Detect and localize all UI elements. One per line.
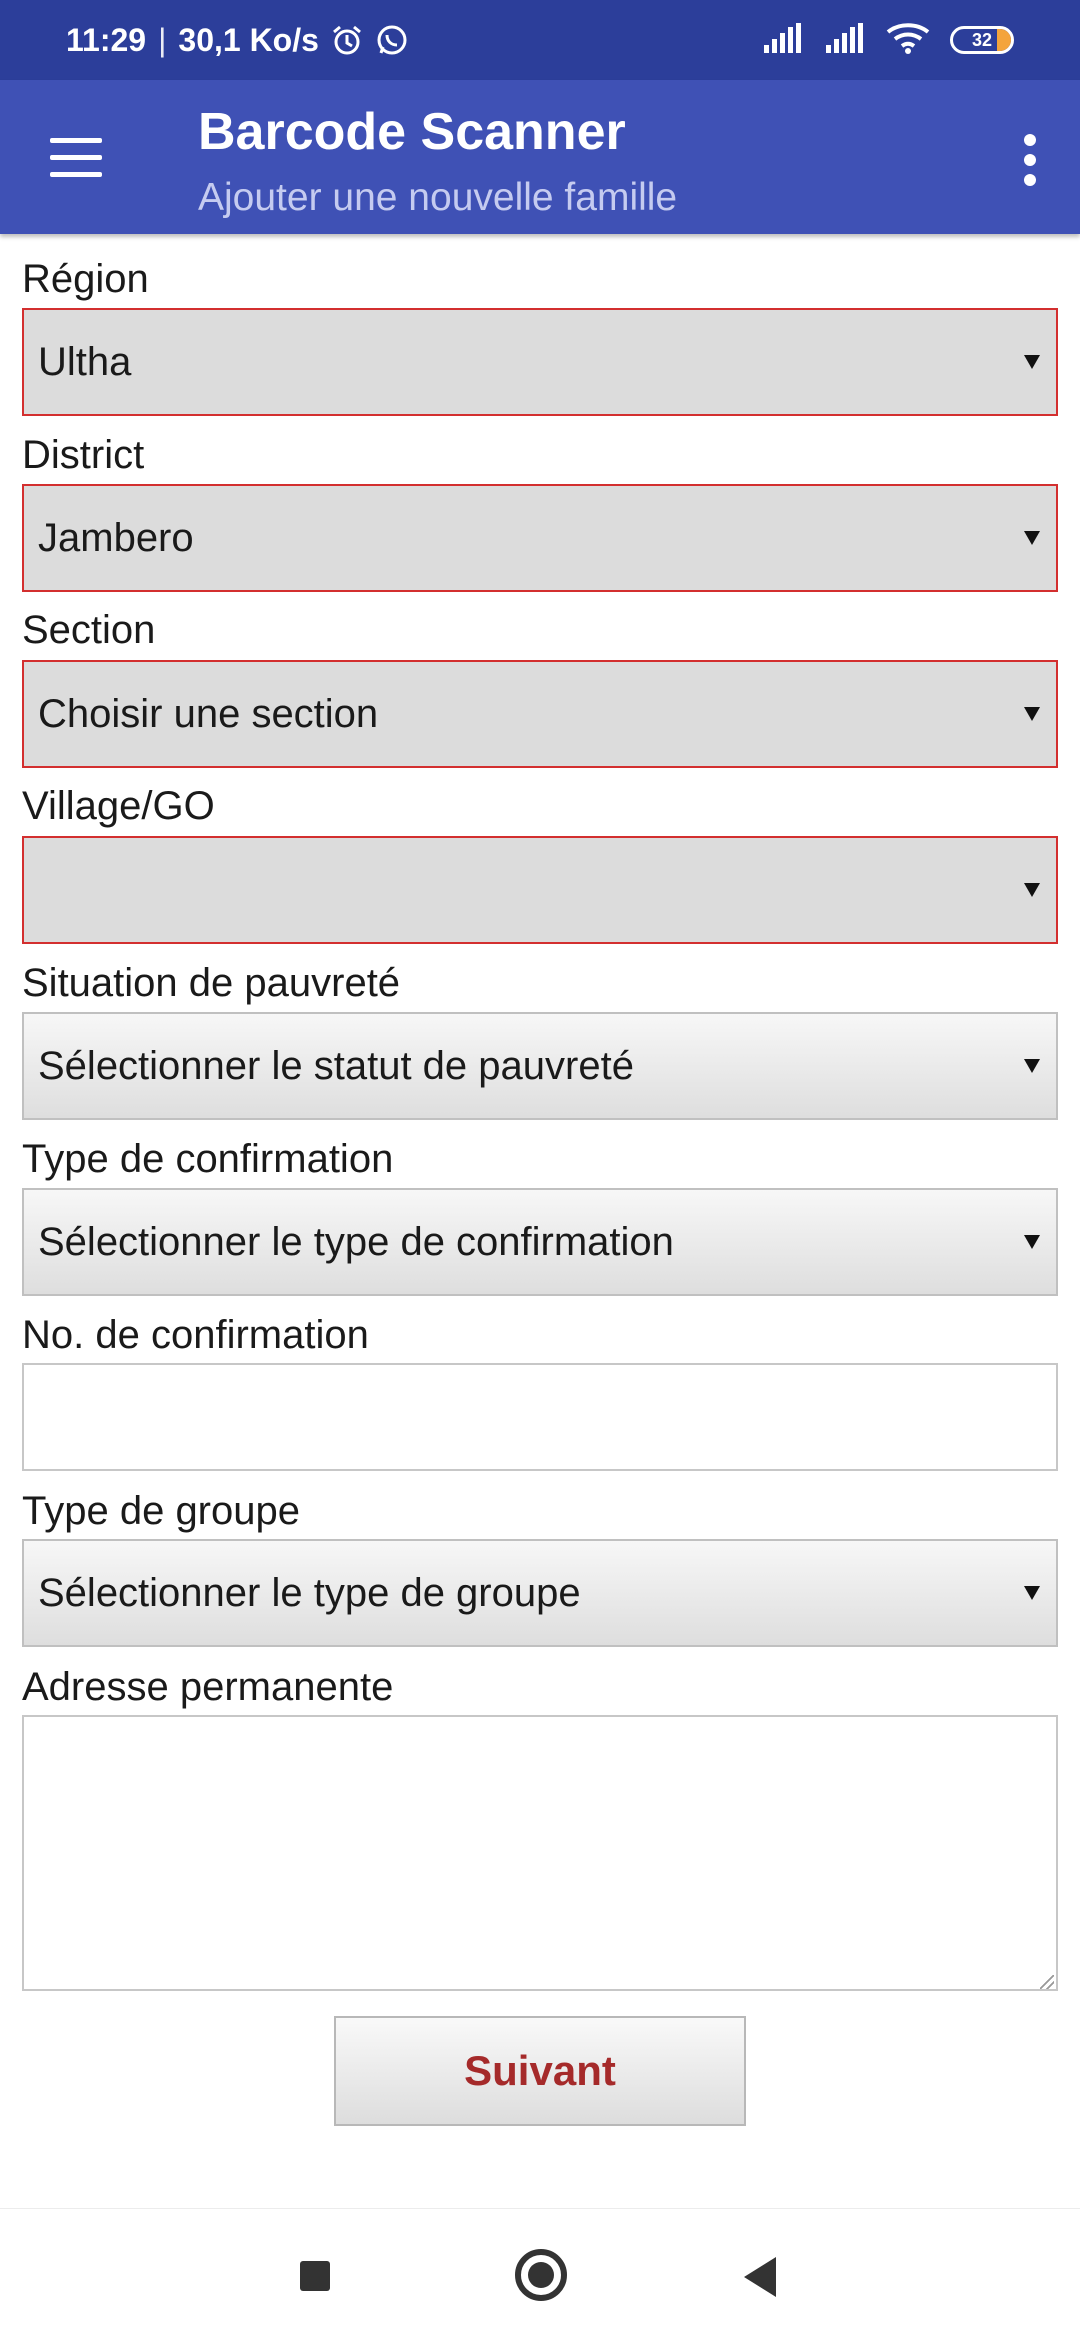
section-label: Section — [22, 608, 156, 652]
battery-fill — [997, 29, 1011, 51]
address-label: Adresse permanente — [22, 1665, 394, 1709]
back-triangle-icon[interactable] — [744, 2257, 776, 2297]
region-value: Ultha — [38, 339, 132, 384]
district-value: Jambero — [38, 515, 194, 560]
battery-icon: 32 — [950, 26, 1014, 54]
dropdown-arrow-icon — [1024, 531, 1040, 545]
wifi-icon — [886, 22, 930, 59]
confirmation-type-value: Sélectionner le type de confirmation — [38, 1219, 674, 1264]
status-separator: | — [158, 21, 167, 58]
poverty-label: Situation de pauvreté — [22, 961, 401, 1005]
home-circle-icon[interactable] — [515, 2249, 567, 2301]
app-subtitle: Ajouter une nouvelle famille — [198, 176, 678, 219]
status-right: 32 — [762, 0, 1014, 80]
app-title: Barcode Scanner — [198, 103, 626, 161]
dropdown-arrow-icon — [1024, 1235, 1040, 1249]
section-select[interactable]: Choisir une section — [22, 660, 1058, 768]
hamburger-menu-icon[interactable] — [46, 128, 106, 188]
more-vert-icon[interactable] — [1010, 130, 1050, 190]
alarm-icon — [331, 24, 363, 56]
next-button[interactable]: Suivant — [334, 2016, 746, 2126]
whatsapp-icon — [375, 23, 409, 57]
address-textarea[interactable] — [22, 1715, 1058, 1991]
district-select[interactable]: Jambero — [22, 484, 1058, 592]
village-select[interactable] — [22, 836, 1058, 944]
dropdown-arrow-icon — [1024, 883, 1040, 897]
section-value: Choisir une section — [38, 691, 379, 736]
group-type-label: Type de groupe — [22, 1489, 300, 1533]
app-bar: Barcode Scanner Ajouter une nouvelle fam… — [0, 80, 1080, 234]
region-label: Région — [22, 257, 149, 301]
status-time: 11:29 — [66, 21, 147, 58]
dropdown-arrow-icon — [1024, 1059, 1040, 1073]
poverty-value: Sélectionner le statut de pauvreté — [38, 1043, 634, 1088]
battery-level: 32 — [971, 29, 993, 50]
poverty-select[interactable]: Sélectionner le statut de pauvreté — [22, 1012, 1058, 1120]
confirmation-type-select[interactable]: Sélectionner le type de confirmation — [22, 1188, 1058, 1296]
group-type-value: Sélectionner le type de groupe — [38, 1570, 581, 1615]
resize-grip-icon[interactable] — [1040, 1975, 1054, 1989]
signal-icon — [762, 22, 804, 58]
region-select[interactable]: Ultha — [22, 308, 1058, 416]
dropdown-arrow-icon — [1024, 1586, 1040, 1600]
confirmation-no-label: No. de confirmation — [22, 1313, 369, 1357]
group-type-select[interactable]: Sélectionner le type de groupe — [22, 1539, 1058, 1647]
district-label: District — [22, 433, 145, 477]
status-bar: 11:29 | 30,1 Ko/s 32 — [0, 0, 1080, 80]
village-label: Village/GO — [22, 784, 215, 828]
status-left: 11:29 | 30,1 Ko/s — [66, 0, 409, 80]
dropdown-arrow-icon — [1024, 707, 1040, 721]
signal-icon — [824, 22, 866, 58]
network-speed: 30,1 Ko/s — [178, 21, 319, 58]
confirmation-type-label: Type de confirmation — [22, 1137, 394, 1181]
confirmation-no-input[interactable] — [22, 1363, 1058, 1471]
dropdown-arrow-icon — [1024, 355, 1040, 369]
recents-square-icon[interactable] — [300, 2261, 330, 2291]
next-button-label: Suivant — [464, 2047, 616, 2094]
system-nav-bar — [0, 2208, 1080, 2341]
